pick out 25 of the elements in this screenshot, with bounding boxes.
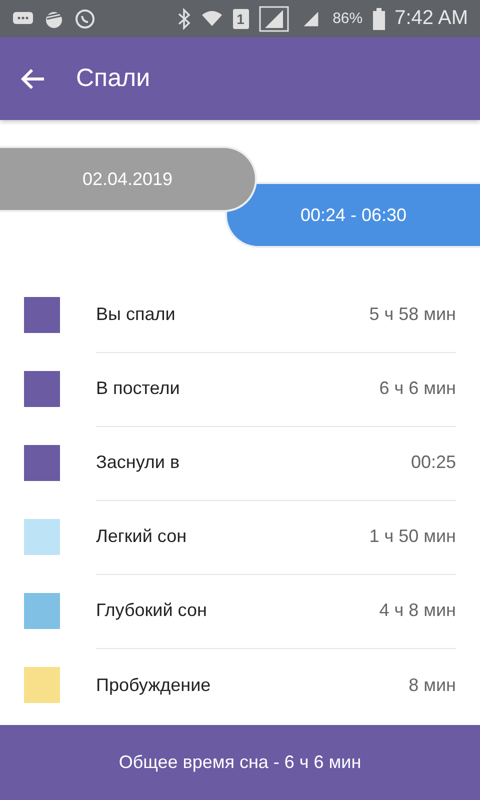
time-range-pill: 00:24 - 06:30 (225, 182, 480, 248)
signal-icon (258, 6, 289, 32)
stat-value: 1 ч 50 мин (369, 526, 456, 547)
stat-value: 6 ч 6 мин (379, 378, 456, 399)
stat-label: Глубокий сон (96, 600, 208, 621)
stat-label: Пробуждение (96, 674, 212, 696)
total-sleep-bar: Общее время сна - 6 ч 6 мин (0, 725, 480, 800)
stat-value: 8 мин (408, 674, 456, 696)
stat-label: Заснули в (96, 452, 181, 473)
stat-value: 00:25 (410, 452, 456, 473)
date-pill: 02.04.2019 (0, 146, 257, 212)
stat-label: Вы спали (96, 304, 176, 325)
back-arrow-icon[interactable] (20, 66, 46, 90)
battery-level: 86% (332, 10, 363, 27)
stat-value: 4 ч 8 мин (379, 600, 456, 621)
bluetooth-icon (176, 8, 191, 30)
phone-chat-icon (74, 8, 96, 30)
stat-label: Легкий сон (96, 526, 188, 547)
chat-icon (12, 10, 34, 26)
clock: 7:42 AM (394, 7, 468, 30)
screen-title: Спали (76, 64, 150, 93)
stat-value: 5 ч 58 мин (369, 304, 456, 325)
battery-icon (372, 8, 385, 30)
sim-icon: 1 (232, 8, 249, 28)
stat-label: В постели (96, 378, 181, 399)
